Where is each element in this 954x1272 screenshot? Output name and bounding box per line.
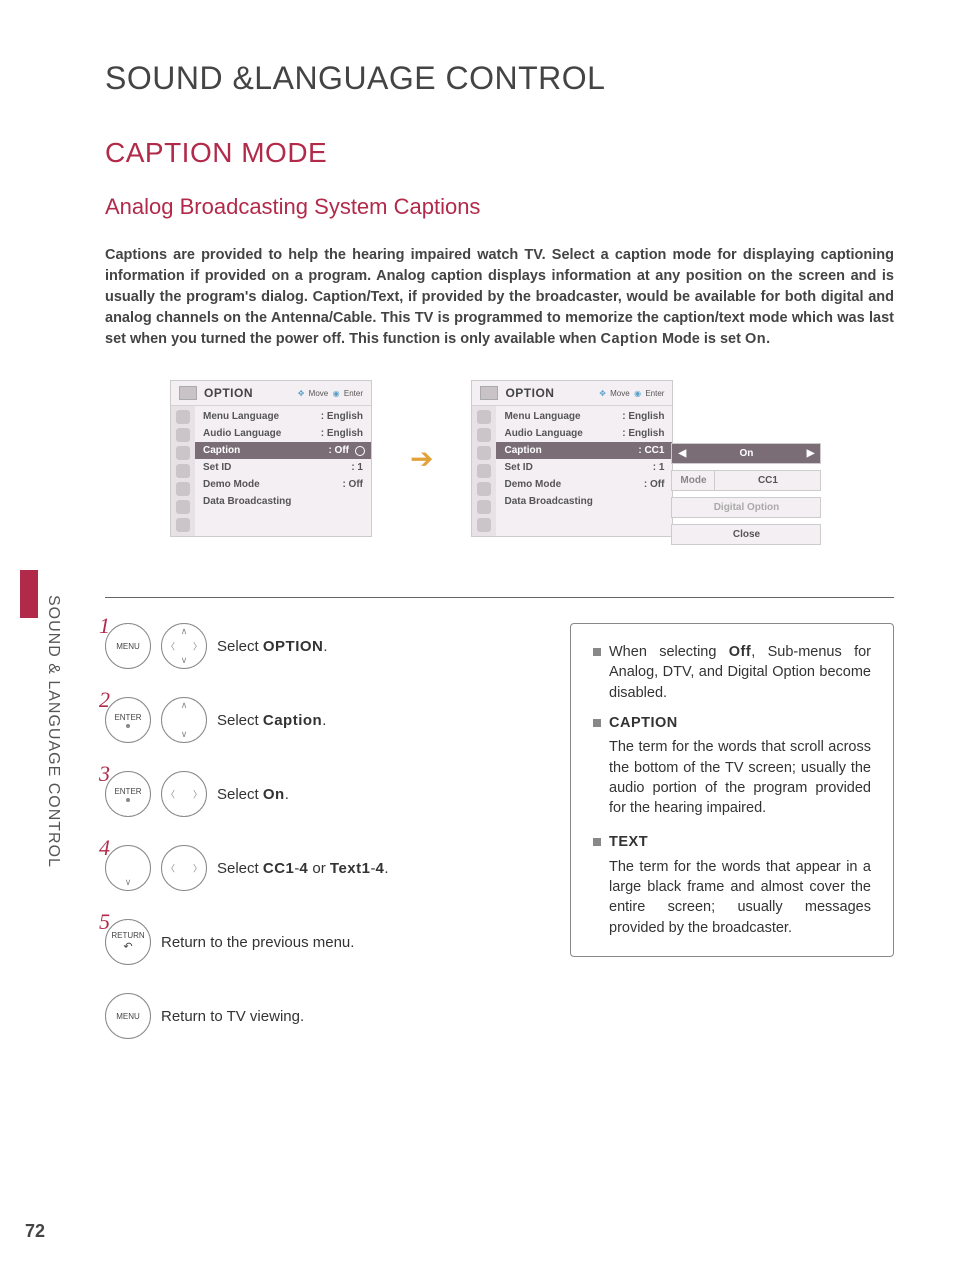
remote-leftright-icon: 〈〉 <box>161 771 207 817</box>
remote-down-icon: ∨ <box>105 845 151 891</box>
intro-paragraph: Captions are provided to help the hearin… <box>105 245 894 350</box>
bullet-icon <box>593 719 601 727</box>
step-4: 4 ∨ 〈〉 Select CC1-4 or Text1-4. <box>105 845 525 891</box>
step-text: Select CC1-4 or Text1-4. <box>217 860 389 877</box>
step-3: 3 ENTER 〈〉 Select On. <box>105 771 525 817</box>
osd-hints: ✥ Move ◉ Enter <box>298 389 363 398</box>
info-caption-title: CAPTION <box>609 713 678 733</box>
info-text-title: TEXT <box>609 832 648 852</box>
step-1: 1 MENU ∧∨〈〉 Select OPTION. <box>105 623 525 669</box>
osd-category-icon <box>480 386 498 400</box>
remote-enter-button: ENTER <box>105 771 151 817</box>
popup-option-on: On <box>671 443 821 464</box>
info-caption-body: The term for the words that scroll acros… <box>609 737 871 818</box>
osd-icon-rail <box>472 406 496 536</box>
step-text: Return to TV viewing. <box>161 1008 304 1025</box>
bullet-icon <box>593 648 601 656</box>
remote-enter-button: ENTER <box>105 697 151 743</box>
step-text: Select Caption. <box>217 712 326 729</box>
step-5: 5 RETURN↶ Return to the previous menu. <box>105 919 525 965</box>
osd-hints: ✥ Move ◉ Enter <box>599 389 664 398</box>
osd-screenshots-row: OPTION ✥ Move ◉ Enter Menu Language: Eng… <box>170 380 894 537</box>
step-2: 2 ENTER ∧∨ Select Caption. <box>105 697 525 743</box>
popup-option-close: Close <box>671 524 821 545</box>
osd-title: OPTION <box>204 386 253 400</box>
remote-return-button: RETURN↶ <box>105 919 151 965</box>
remote-menu-button: MENU <box>105 993 151 1039</box>
step-text: Select OPTION. <box>217 638 328 655</box>
divider <box>105 597 894 598</box>
osd-item: Set ID: 1 <box>496 459 672 476</box>
osd-item-selected: Caption: Off <box>195 442 371 459</box>
remote-leftright-icon: 〈〉 <box>161 845 207 891</box>
step-menu: MENU Return to TV viewing. <box>105 993 525 1039</box>
osd-item: Menu Language: English <box>195 408 371 425</box>
side-section-label: SOUND & LANGUAGE CONTROL <box>44 595 62 868</box>
popup-option-digital: Digital Option <box>671 497 821 518</box>
remote-updown-icon: ∧∨ <box>161 697 207 743</box>
osd-popup: On ModeCC1 Digital Option Close <box>671 443 821 545</box>
osd-panel-before: OPTION ✥ Move ◉ Enter Menu Language: Eng… <box>170 380 372 537</box>
procedure-steps: 1 MENU ∧∨〈〉 Select OPTION. 2 ENTER ∧∨ Se… <box>105 623 525 1067</box>
section-title: CAPTION MODE <box>105 137 894 169</box>
remote-menu-button: MENU <box>105 623 151 669</box>
page-title: SOUND &LANGUAGE CONTROL <box>105 60 894 97</box>
osd-item: Data Broadcasting <box>496 493 672 510</box>
popup-option-mode: ModeCC1 <box>671 470 821 491</box>
osd-item: Set ID: 1 <box>195 459 371 476</box>
page-number: 72 <box>25 1221 45 1242</box>
osd-icon-rail <box>171 406 195 536</box>
section-tab <box>20 570 38 618</box>
osd-item: Audio Language: English <box>496 425 672 442</box>
osd-item: Audio Language: English <box>195 425 371 442</box>
info-text-body: The term for the words that appear in a … <box>609 857 871 938</box>
step-text: Select On. <box>217 786 289 803</box>
remote-dpad-icon: ∧∨〈〉 <box>161 623 207 669</box>
step-text: Return to the previous menu. <box>161 934 354 951</box>
osd-item: Demo Mode: Off <box>496 476 672 493</box>
osd-category-icon <box>179 386 197 400</box>
osd-item: Menu Language: English <box>496 408 672 425</box>
subsection-title: Analog Broadcasting System Captions <box>105 194 894 220</box>
bullet-icon <box>593 838 601 846</box>
info-box: When selecting Off, Sub-menus for Analog… <box>570 623 894 957</box>
osd-title: OPTION <box>505 386 554 400</box>
osd-item-selected: Caption: CC1 <box>496 442 672 459</box>
transition-arrow-icon: ➔ <box>410 442 433 475</box>
osd-panel-after: OPTION ✥ Move ◉ Enter Menu Language: Eng… <box>471 380 673 537</box>
osd-item: Data Broadcasting <box>195 493 371 510</box>
osd-item: Demo Mode: Off <box>195 476 371 493</box>
